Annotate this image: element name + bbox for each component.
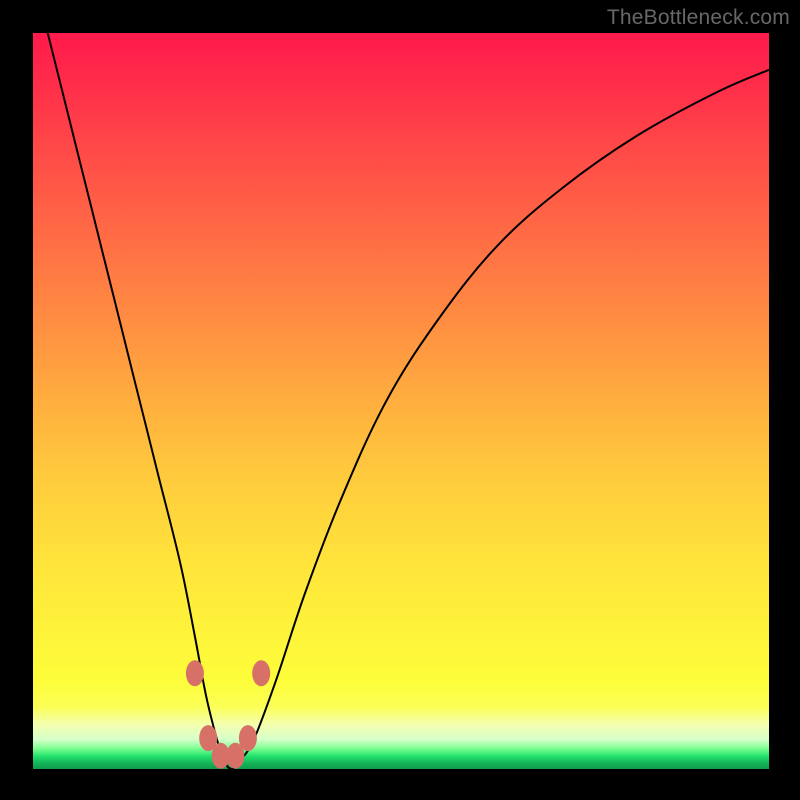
plot-area [33, 33, 769, 769]
curve-marker [186, 660, 204, 686]
curve-marker [239, 725, 257, 751]
curve-layer [33, 33, 769, 769]
watermark-text: TheBottleneck.com [607, 6, 790, 30]
curve-marker [252, 660, 270, 686]
bottleneck-curve [48, 33, 769, 769]
outer-frame: TheBottleneck.com [0, 0, 800, 800]
